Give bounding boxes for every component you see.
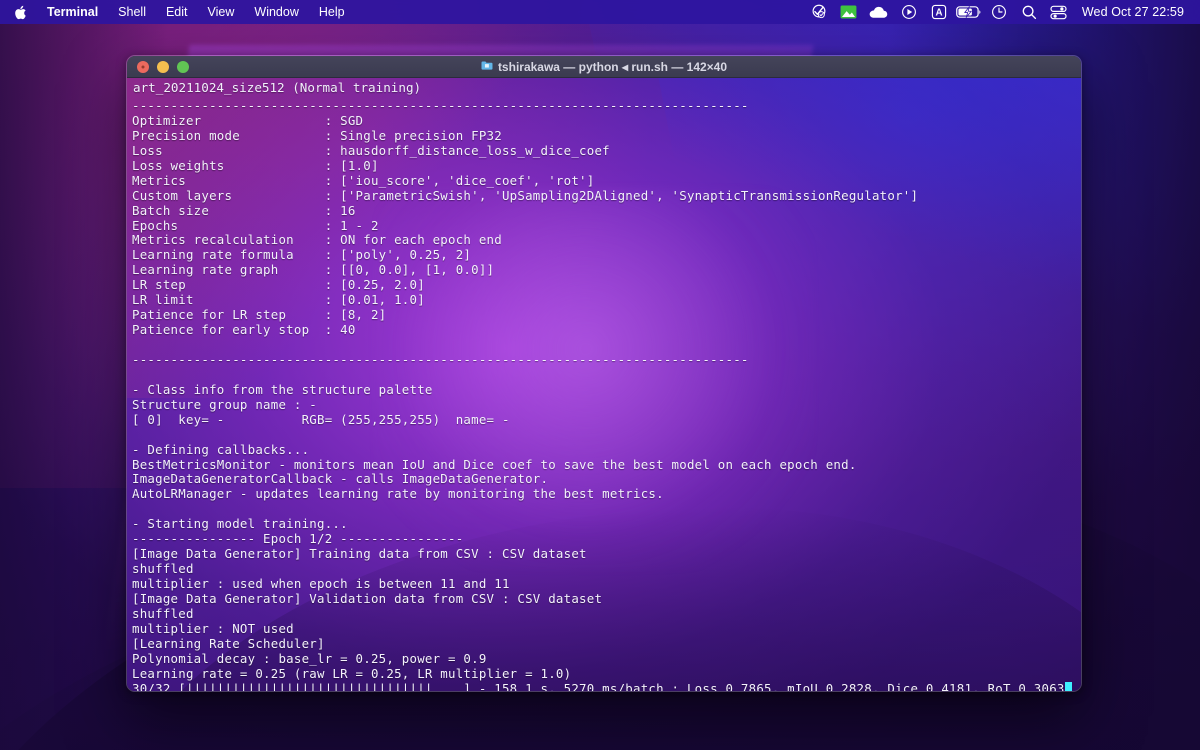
menu-item-window[interactable]: Window <box>244 2 308 22</box>
terminal-line: Custom layers : ['ParametricSwish', 'UpS… <box>132 189 1081 204</box>
cloud-icon[interactable] <box>864 1 894 23</box>
window-title-text: tshirakawa — python ◂ run.sh — 142×40 <box>498 60 727 74</box>
terminal-line: ----------------------------------------… <box>132 353 1081 368</box>
terminal-line: Patience for early stop : 40 <box>132 323 1081 338</box>
terminal-line: AutoLRManager - updates learning rate by… <box>132 487 1081 502</box>
battery-charging-icon[interactable] <box>954 1 984 23</box>
checkmark-circle-icon[interactable] <box>804 1 834 23</box>
terminal-line: ---------------- Epoch 1/2 -------------… <box>132 532 1081 547</box>
terminal-line: Learning rate formula : ['poly', 0.25, 2… <box>132 248 1081 263</box>
menu-bar-clock[interactable]: Wed Oct 27 22:59 <box>1074 5 1190 19</box>
terminal-line: shuffled <box>132 562 1081 577</box>
search-icon[interactable] <box>1014 1 1044 23</box>
menu-bar-status-items: A <box>804 1 1190 23</box>
terminal-line: LR step : [0.25, 2.0] <box>132 278 1081 293</box>
terminal-tab-title: art_20211024_size512 (Normal training) <box>127 78 1081 98</box>
menu-item-edit[interactable]: Edit <box>156 2 198 22</box>
terminal-line: BestMetricsMonitor - monitors mean IoU a… <box>132 458 1081 473</box>
terminal-line <box>132 428 1081 443</box>
terminal-body[interactable]: art_20211024_size512 (Normal training) -… <box>127 78 1081 692</box>
window-traffic-lights <box>127 61 189 73</box>
terminal-line <box>132 502 1081 517</box>
terminal-line: Loss weights : [1.0] <box>132 159 1081 174</box>
menu-bar-app-menus: Terminal Shell Edit View Window Help <box>8 2 355 22</box>
terminal-line: [ 0] key= - RGB= (255,255,255) name= - <box>132 413 1081 428</box>
terminal-line: [Image Data Generator] Training data fro… <box>132 547 1081 562</box>
terminal-line: ----------------------------------------… <box>132 99 1081 114</box>
terminal-line: Metrics : ['iou_score', 'dice_coef', 'ro… <box>132 174 1081 189</box>
screenshot-green-icon[interactable] <box>834 1 864 23</box>
minimize-button[interactable] <box>157 61 169 73</box>
terminal-title-bar[interactable]: tshirakawa — python ◂ run.sh — 142×40 <box>127 56 1081 78</box>
terminal-line: multiplier : NOT used <box>132 622 1081 637</box>
terminal-window[interactable]: tshirakawa — python ◂ run.sh — 142×40 ar… <box>126 55 1082 692</box>
terminal-line: shuffled <box>132 607 1081 622</box>
menu-item-help[interactable]: Help <box>309 2 355 22</box>
control-center-icon[interactable] <box>1044 1 1074 23</box>
svg-text:A: A <box>935 8 942 19</box>
terminal-line: LR limit : [0.01, 1.0] <box>132 293 1081 308</box>
terminal-line: Learning rate graph : [[0, 0.0], [1, 0.0… <box>132 263 1081 278</box>
time-machine-clock-icon[interactable] <box>984 1 1014 23</box>
input-menu-a-icon[interactable]: A <box>924 1 954 23</box>
terminal-line: Polynomial decay : base_lr = 0.25, power… <box>132 652 1081 667</box>
terminal-line: Epochs : 1 - 2 <box>132 219 1081 234</box>
terminal-line: - Defining callbacks... <box>132 443 1081 458</box>
terminal-line: Metrics recalculation : ON for each epoc… <box>132 233 1081 248</box>
terminal-line: Optimizer : SGD <box>132 114 1081 129</box>
terminal-line: Learning rate = 0.25 (raw LR = 0.25, LR … <box>132 667 1081 682</box>
menu-item-terminal[interactable]: Terminal <box>37 2 108 22</box>
terminal-line <box>132 338 1081 353</box>
folder-icon <box>481 60 493 74</box>
terminal-line: Structure group name : - <box>132 398 1081 413</box>
apple-logo-icon[interactable] <box>8 5 37 20</box>
terminal-line <box>132 368 1081 383</box>
terminal-line: - Class info from the structure palette <box>132 383 1081 398</box>
terminal-line: - Starting model training... <box>132 517 1081 532</box>
terminal-line: Precision mode : Single precision FP32 <box>132 129 1081 144</box>
menu-item-view[interactable]: View <box>198 2 245 22</box>
terminal-line: multiplier : used when epoch is between … <box>132 577 1081 592</box>
window-title-group: tshirakawa — python ◂ run.sh — 142×40 <box>127 60 1081 74</box>
play-circle-icon[interactable] <box>894 1 924 23</box>
terminal-cursor <box>1065 682 1072 692</box>
close-button[interactable] <box>137 61 149 73</box>
terminal-line: [Image Data Generator] Validation data f… <box>132 592 1081 607</box>
terminal-progress-line: 30/32 [|||||||||||||||||||||||||||||||| … <box>132 682 1081 692</box>
terminal-line: Patience for LR step : [8, 2] <box>132 308 1081 323</box>
terminal-line: Loss : hausdorff_distance_loss_w_dice_co… <box>132 144 1081 159</box>
zoom-button[interactable] <box>177 61 189 73</box>
terminal-line: Batch size : 16 <box>132 204 1081 219</box>
terminal-output: ----------------------------------------… <box>127 98 1081 692</box>
terminal-line: [Learning Rate Scheduler] <box>132 637 1081 652</box>
macos-menu-bar: Terminal Shell Edit View Window Help <box>0 0 1200 24</box>
terminal-line: ImageDataGeneratorCallback - calls Image… <box>132 472 1081 487</box>
menu-item-shell[interactable]: Shell <box>108 2 156 22</box>
